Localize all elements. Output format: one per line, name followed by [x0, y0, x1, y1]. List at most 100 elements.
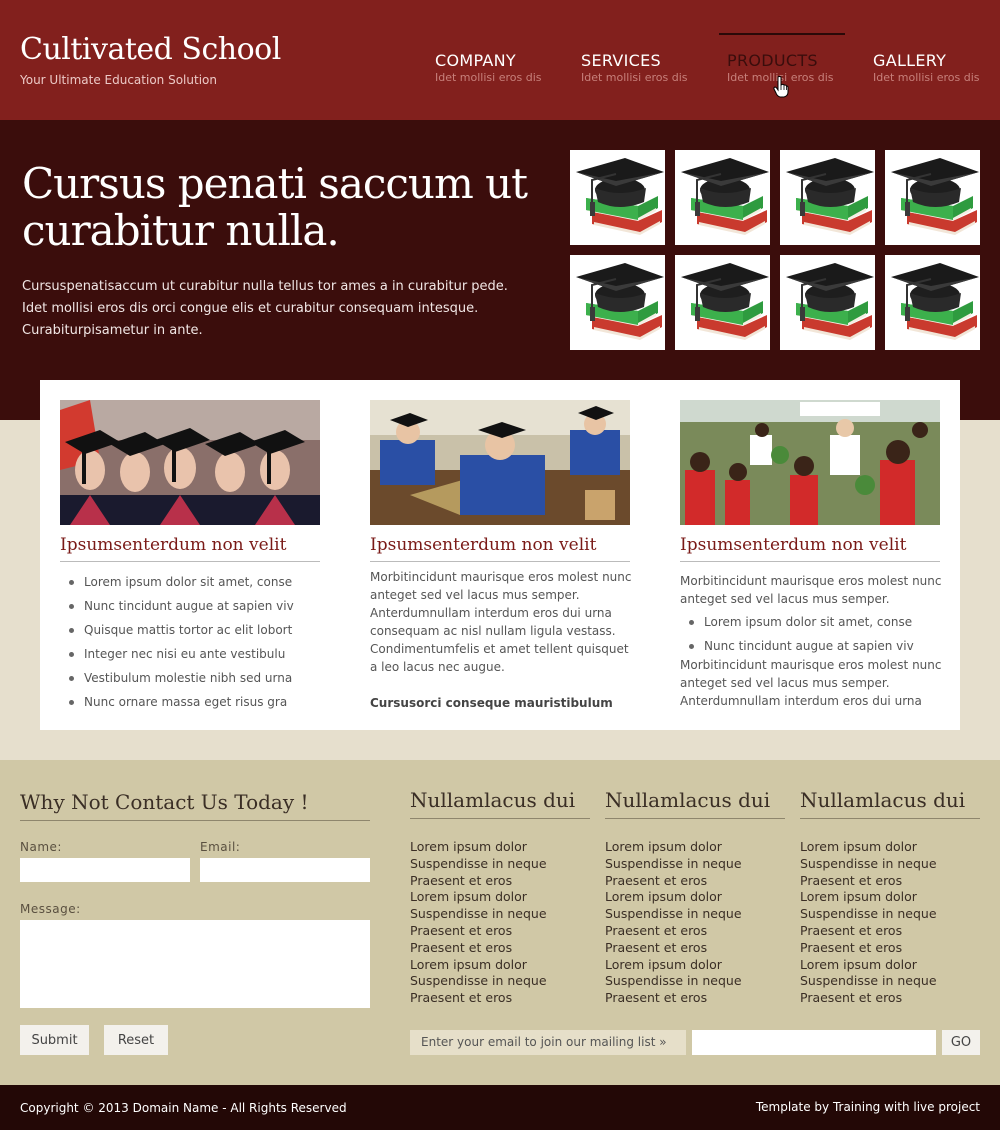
gallery-thumbnail[interactable] — [570, 255, 665, 350]
footer-link[interactable]: Praesent et eros — [410, 990, 547, 1007]
site-logo-title[interactable]: Cultivated School — [20, 32, 281, 67]
footer-link[interactable]: Suspendisse in neque — [800, 906, 937, 923]
students-photo — [370, 400, 630, 525]
list-item: Quisque mattis tortor ac elit lobort — [60, 618, 294, 642]
gallery-thumbnail[interactable] — [675, 255, 770, 350]
graduation-cap-books-icon — [675, 255, 770, 350]
submit-button[interactable]: Submit — [20, 1025, 89, 1055]
graduates-photo — [60, 400, 320, 525]
newsletter-go-button[interactable]: GO — [942, 1030, 980, 1055]
mailing-list-label: Enter your email to join our mailing lis… — [410, 1030, 686, 1055]
hero-title: Cursus penati saccum ut curabitur nulla. — [22, 159, 528, 255]
graduation-cap-books-icon — [570, 150, 665, 245]
nav-subtitle: Idet mollisi eros dis — [581, 71, 688, 84]
list-item: Nunc tincidunt augue at sapien viv — [60, 594, 294, 618]
nav-subtitle: Idet mollisi eros dis — [435, 71, 542, 84]
graduation-cap-books-icon — [885, 255, 980, 350]
name-field[interactable] — [20, 858, 190, 882]
footer-link[interactable]: Lorem ipsum dolor — [800, 889, 937, 906]
newsletter-email-field[interactable] — [692, 1030, 936, 1055]
nav-label: SERVICES — [581, 51, 662, 70]
graduation-cap-books-icon — [780, 255, 875, 350]
content-panel: Ipsumsenterdum non velit Lorem ipsum dol… — [40, 380, 960, 730]
site-footer: Copyright © 2013 Domain Name - All Right… — [0, 1085, 1000, 1130]
hero-banner: Cursus penati saccum ut curabitur nulla.… — [0, 120, 1000, 420]
reset-button[interactable]: Reset — [104, 1025, 168, 1055]
footer-link[interactable]: Suspendisse in neque — [605, 906, 742, 923]
column-title: Ipsumsenterdum non velit — [680, 535, 940, 562]
footer-link[interactable]: Suspendisse in neque — [410, 906, 547, 923]
footer-link[interactable]: Suspendisse in neque — [605, 973, 742, 990]
message-field[interactable] — [20, 920, 370, 1008]
site-tagline: Your Ultimate Education Solution — [20, 73, 217, 87]
footer-link[interactable]: Praesent et eros — [410, 873, 547, 890]
list-item: Lorem ipsum dolor sit amet, conse — [60, 570, 294, 594]
list-item: Integer nec nisi eu ante vestibulu — [60, 642, 294, 666]
nav-item-gallery[interactable]: GALLERY Idet mollisi eros dis — [865, 33, 991, 93]
column-paragraph: Morbitincidunt maurisque eros molest nun… — [370, 570, 632, 674]
footer-link[interactable]: Lorem ipsum dolor — [410, 889, 547, 906]
footer-link[interactable]: Praesent et eros — [800, 873, 937, 890]
hand-cursor-icon — [773, 76, 789, 98]
list-item: Lorem ipsum dolor sit amet, conse — [680, 610, 914, 634]
graduation-cap-books-icon — [675, 150, 770, 245]
column-paragraph: Morbitincidunt maurisque eros molest nun… — [680, 658, 942, 708]
column-paragraph: Morbitincidunt maurisque eros molest nun… — [680, 574, 942, 606]
gallery-thumbnail[interactable] — [780, 150, 875, 245]
links-list: Lorem ipsum dolor Suspendisse in neque P… — [410, 839, 547, 1007]
footer-link[interactable]: Praesent et eros — [605, 990, 742, 1007]
copyright-text: Copyright © 2013 Domain Name - All Right… — [20, 1101, 347, 1115]
template-credit[interactable]: Template by Training with live project — [756, 1100, 980, 1114]
site-header: Cultivated School Your Ultimate Educatio… — [0, 0, 1000, 120]
nav-item-services[interactable]: SERVICES Idet mollisi eros dis — [573, 33, 699, 93]
contact-title: Why Not Contact Us Today ! — [20, 790, 370, 821]
crowd-photo — [680, 400, 940, 525]
footer-link[interactable]: Praesent et eros — [605, 873, 742, 890]
footer-link[interactable]: Lorem ipsum dolor — [605, 839, 742, 856]
footer-link[interactable]: Suspendisse in neque — [410, 973, 547, 990]
links-list: Lorem ipsum dolor Suspendisse in neque P… — [605, 839, 742, 1007]
list-item: Vestibulum molestie nibh sed urna — [60, 666, 294, 690]
graduation-cap-books-icon — [780, 150, 875, 245]
footer-link[interactable]: Lorem ipsum dolor — [800, 957, 937, 974]
links-column-title: Nullamlacus dui — [800, 788, 980, 819]
footer-link[interactable]: Praesent et eros — [605, 940, 742, 957]
gallery-thumbnail[interactable] — [780, 255, 875, 350]
email-label: Email: — [200, 840, 241, 854]
hero-text: Cursuspenatisaccum ut curabitur nulla te… — [22, 279, 508, 338]
footer-link[interactable]: Suspendisse in neque — [605, 856, 742, 873]
footer-link[interactable]: Lorem ipsum dolor — [605, 889, 742, 906]
footer-link[interactable]: Suspendisse in neque — [800, 973, 937, 990]
gallery-thumbnail[interactable] — [885, 255, 980, 350]
nav-label: COMPANY — [435, 51, 516, 70]
links-list: Lorem ipsum dolor Suspendisse in neque P… — [800, 839, 937, 1007]
nav-label: GALLERY — [873, 51, 947, 70]
nav-item-company[interactable]: COMPANY Idet mollisi eros dis — [427, 33, 553, 93]
list-item: Nunc tincidunt augue at sapien viv — [680, 634, 914, 658]
links-column-title: Nullamlacus dui — [410, 788, 590, 819]
nav-label: PRODUCTS — [727, 51, 818, 70]
footer-link[interactable]: Suspendisse in neque — [800, 856, 937, 873]
footer-link[interactable]: Praesent et eros — [410, 940, 547, 957]
gallery-thumbnail[interactable] — [675, 150, 770, 245]
column-title: Ipsumsenterdum non velit — [370, 535, 630, 562]
footer-link[interactable]: Lorem ipsum dolor — [410, 839, 547, 856]
footer-link[interactable]: Praesent et eros — [605, 923, 742, 940]
message-label: Message: — [20, 902, 81, 916]
footer-link[interactable]: Praesent et eros — [800, 923, 937, 940]
column-strong-text: Cursusorci conseque mauristibulum — [370, 696, 613, 710]
footer-link[interactable]: Praesent et eros — [410, 923, 547, 940]
email-field[interactable] — [200, 858, 370, 882]
contact-and-links-section: Why Not Contact Us Today ! Name: Email: … — [0, 760, 1000, 1085]
gallery-thumbnail[interactable] — [570, 150, 665, 245]
gallery-thumbnail[interactable] — [885, 150, 980, 245]
graduation-cap-books-icon — [885, 150, 980, 245]
footer-link[interactable]: Praesent et eros — [800, 990, 937, 1007]
footer-link[interactable]: Praesent et eros — [800, 940, 937, 957]
footer-link[interactable]: Lorem ipsum dolor — [410, 957, 547, 974]
column-bullet-list: Lorem ipsum dolor sit amet, conse Nunc t… — [680, 610, 914, 658]
footer-link[interactable]: Lorem ipsum dolor — [800, 839, 937, 856]
footer-link[interactable]: Lorem ipsum dolor — [605, 957, 742, 974]
name-label: Name: — [20, 840, 62, 854]
footer-link[interactable]: Suspendisse in neque — [410, 856, 547, 873]
